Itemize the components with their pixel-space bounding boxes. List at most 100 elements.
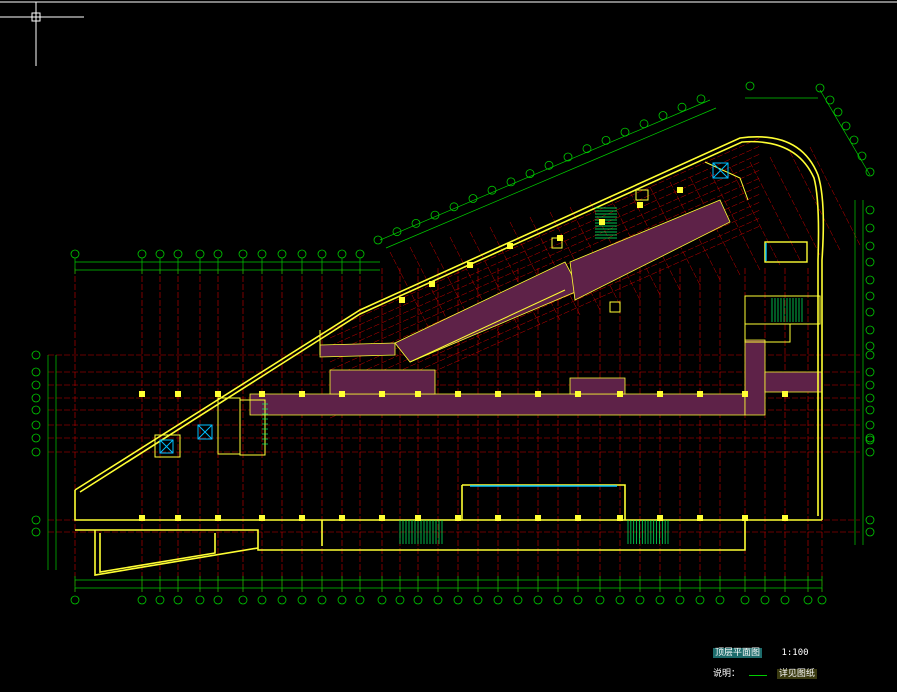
axis-bubble — [865, 223, 875, 233]
axis-bubble — [433, 595, 443, 605]
axis-bubble — [513, 595, 523, 605]
axis-bubble — [865, 433, 875, 443]
axis-bubble — [31, 515, 41, 525]
axis-bubble — [31, 367, 41, 377]
column — [677, 187, 683, 193]
axis-bubble — [563, 152, 573, 162]
grid-line-radial — [769, 156, 821, 256]
axis-bubble — [849, 135, 859, 145]
axis-bubble — [865, 325, 875, 335]
column — [467, 262, 473, 268]
column — [139, 391, 145, 397]
column — [657, 515, 663, 521]
column — [379, 515, 385, 521]
axis-bubble — [31, 380, 41, 390]
axis-bubble — [620, 127, 630, 137]
axis-bubble — [655, 595, 665, 605]
axis-bubble — [31, 393, 41, 403]
axis-bubble — [865, 380, 875, 390]
column — [415, 515, 421, 521]
column — [339, 515, 345, 521]
grid-line-diagonal — [329, 145, 761, 339]
axis-bubble — [31, 405, 41, 415]
building-outline — [74, 136, 825, 576]
axis-bubble — [865, 435, 875, 445]
drawing-title-block: 顶层平面图 1:100 — [713, 645, 809, 658]
axis-bubble — [817, 595, 827, 605]
axis-bubble — [297, 249, 307, 259]
axis-bubble — [395, 595, 405, 605]
column — [215, 515, 221, 521]
column — [299, 391, 305, 397]
axis-bubble — [70, 249, 80, 259]
column — [299, 515, 305, 521]
axis-bubble — [865, 341, 875, 351]
grid-line-diagonal — [329, 153, 761, 347]
axis-bubble — [825, 95, 835, 105]
axis-bubble — [675, 595, 685, 605]
column — [495, 391, 501, 397]
axis-bubble — [573, 595, 583, 605]
column — [535, 391, 541, 397]
axis-bubble — [31, 527, 41, 537]
column — [782, 515, 788, 521]
axis-bubble — [595, 595, 605, 605]
column — [399, 297, 405, 303]
axis-bubble — [615, 595, 625, 605]
axis-bubble — [740, 595, 750, 605]
axis-bubble — [213, 249, 223, 259]
column — [455, 391, 461, 397]
column — [575, 515, 581, 521]
axis-bubble — [487, 185, 497, 195]
column — [215, 391, 221, 397]
axis-bubble — [760, 595, 770, 605]
axis-bubble — [257, 595, 267, 605]
axis-bubble — [413, 595, 423, 605]
axis-bubble — [355, 595, 365, 605]
column — [455, 515, 461, 521]
axis-bubble — [715, 595, 725, 605]
axis-bubble — [238, 249, 248, 259]
drawing-scale: 1:100 — [781, 648, 809, 658]
dimension-line — [379, 99, 711, 241]
column — [507, 243, 513, 249]
note-legend-swatch — [749, 675, 768, 676]
axis-bubble — [453, 595, 463, 605]
axis-bubble — [297, 595, 307, 605]
axis-bubble — [865, 367, 875, 377]
column — [742, 515, 748, 521]
column — [575, 391, 581, 397]
axis-bubble — [865, 241, 875, 251]
axis-bubble — [337, 249, 347, 259]
axis-bubble — [377, 595, 387, 605]
cad-model-space[interactable]: 顶层平面图 1:100 说明： 详见图纸 — [0, 0, 897, 692]
grid-line-radial — [789, 151, 841, 251]
axis-bubble — [803, 595, 813, 605]
column — [495, 515, 501, 521]
axis-bubble — [865, 307, 875, 317]
column — [415, 391, 421, 397]
note-prefix: 说明： — [713, 669, 741, 679]
column — [259, 515, 265, 521]
column — [139, 515, 145, 521]
axis-bubble — [865, 515, 875, 525]
column — [175, 515, 181, 521]
axis-bubble — [695, 595, 705, 605]
axis-bubble — [553, 595, 563, 605]
note-text: 详见图纸 — [776, 669, 817, 679]
axis-bubble — [780, 595, 790, 605]
corridor-hatch — [249, 199, 823, 416]
axis-bubble — [277, 595, 287, 605]
axis-bubble — [533, 595, 543, 605]
axis-bubble — [865, 291, 875, 301]
axis-bubble — [337, 595, 347, 605]
axis-bubble — [238, 595, 248, 605]
axis-bubble — [639, 119, 649, 129]
axis-bubble — [865, 447, 875, 457]
column — [697, 391, 703, 397]
axis-bubble — [317, 595, 327, 605]
axis-bubble — [155, 249, 165, 259]
axis-bubble — [31, 433, 41, 443]
axis-bubble — [195, 249, 205, 259]
column — [599, 219, 605, 225]
